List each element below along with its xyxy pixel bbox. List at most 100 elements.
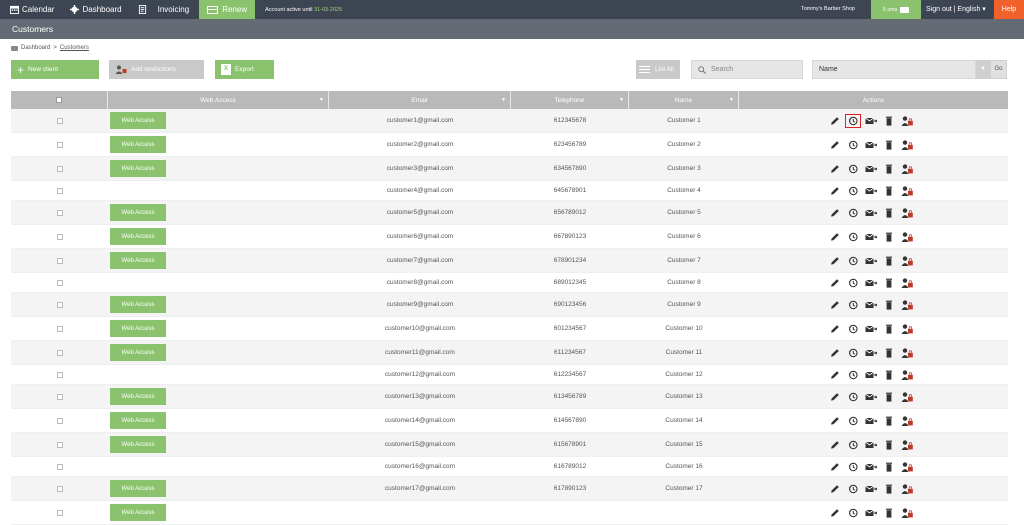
row-checkbox[interactable]	[56, 393, 63, 400]
send-email-icon[interactable]	[864, 164, 877, 174]
trash-icon[interactable]	[883, 140, 895, 150]
history-icon[interactable]	[847, 140, 859, 150]
edit-pencil-icon[interactable]	[829, 116, 841, 126]
user-restriction-icon[interactable]	[901, 483, 913, 494]
trash-icon[interactable]	[883, 440, 895, 450]
send-email-icon[interactable]	[864, 186, 877, 196]
user-restriction-icon[interactable]	[901, 299, 913, 310]
send-email-icon[interactable]	[864, 256, 877, 266]
column-header-telephone[interactable]: Telephone ▼	[511, 91, 629, 109]
search-input[interactable]: Search	[691, 60, 803, 79]
trash-icon[interactable]	[883, 462, 895, 472]
breadcrumb-current[interactable]: Customers	[60, 45, 89, 51]
edit-pencil-icon[interactable]	[829, 300, 841, 310]
edit-pencil-icon[interactable]	[829, 232, 841, 242]
chevron-down-icon[interactable]: ▼	[976, 60, 990, 79]
trash-icon[interactable]	[883, 300, 895, 310]
user-restriction-icon[interactable]	[901, 369, 913, 380]
row-checkbox[interactable]	[56, 187, 63, 194]
list-all-button[interactable]: List All	[636, 60, 680, 79]
go-button[interactable]: Go	[990, 60, 1007, 79]
history-icon[interactable]	[847, 462, 859, 472]
history-icon[interactable]	[847, 508, 859, 518]
row-checkbox[interactable]	[56, 233, 63, 240]
trash-icon[interactable]	[883, 208, 895, 218]
user-restriction-icon[interactable]	[901, 255, 913, 266]
trash-icon[interactable]	[883, 348, 895, 358]
row-checkbox[interactable]	[56, 165, 63, 172]
web-access-button[interactable]: Web Access	[110, 112, 166, 129]
send-email-icon[interactable]	[864, 416, 877, 426]
row-checkbox[interactable]	[56, 325, 63, 332]
row-checkbox[interactable]	[56, 417, 63, 424]
history-icon[interactable]	[844, 113, 861, 128]
trash-icon[interactable]	[883, 370, 895, 380]
row-checkbox[interactable]	[56, 509, 63, 516]
edit-pencil-icon[interactable]	[829, 508, 841, 518]
web-access-button[interactable]: Web Access	[110, 412, 166, 429]
user-restriction-icon[interactable]	[901, 439, 913, 450]
history-icon[interactable]	[847, 186, 859, 196]
row-checkbox[interactable]	[56, 441, 63, 448]
column-header-email[interactable]: Email ▼	[329, 91, 511, 109]
edit-pencil-icon[interactable]	[829, 324, 841, 334]
user-restriction-icon[interactable]	[901, 207, 913, 218]
row-checkbox[interactable]	[56, 141, 63, 148]
row-checkbox[interactable]	[56, 463, 63, 470]
trash-icon[interactable]	[883, 164, 895, 174]
trash-icon[interactable]	[883, 416, 895, 426]
web-access-button[interactable]: Web Access	[110, 436, 166, 453]
send-email-icon[interactable]	[864, 300, 877, 310]
history-icon[interactable]	[847, 164, 859, 174]
row-checkbox[interactable]	[56, 117, 63, 124]
add-restrictions-button[interactable]: Add restrictions	[109, 60, 204, 79]
nav-calendar[interactable]: Calendar	[0, 0, 60, 19]
edit-pencil-icon[interactable]	[829, 208, 841, 218]
web-access-button[interactable]: Web Access	[110, 344, 166, 361]
send-email-icon[interactable]	[864, 370, 877, 380]
web-access-button[interactable]: Web Access	[110, 136, 166, 153]
column-header-web-access[interactable]: Web Access ▼	[108, 91, 329, 109]
trash-icon[interactable]	[883, 324, 895, 334]
history-icon[interactable]	[847, 278, 859, 288]
edit-pencil-icon[interactable]	[829, 140, 841, 150]
send-email-icon[interactable]	[864, 208, 877, 218]
user-restriction-icon[interactable]	[901, 115, 913, 126]
trash-icon[interactable]	[883, 508, 895, 518]
send-email-icon[interactable]	[864, 232, 877, 242]
send-email-icon[interactable]	[864, 462, 877, 472]
send-email-icon[interactable]	[864, 508, 877, 518]
web-access-button[interactable]: Web Access	[110, 388, 166, 405]
history-icon[interactable]	[847, 300, 859, 310]
user-restriction-icon[interactable]	[901, 415, 913, 426]
renew-button[interactable]: Renew	[199, 0, 256, 19]
history-icon[interactable]	[847, 392, 859, 402]
nav-dashboard[interactable]: Dashboard	[60, 0, 127, 19]
send-email-icon[interactable]	[864, 392, 877, 402]
user-restriction-icon[interactable]	[901, 507, 913, 518]
history-icon[interactable]	[847, 208, 859, 218]
trash-icon[interactable]	[883, 116, 895, 126]
help-button[interactable]: Help	[994, 0, 1024, 19]
signout-language-link[interactable]: Sign out | English ▾	[926, 0, 986, 19]
row-checkbox[interactable]	[56, 301, 63, 308]
web-access-button[interactable]: Web Access	[110, 228, 166, 245]
sms-credits-button[interactable]: 5 sms	[871, 0, 921, 19]
user-restriction-icon[interactable]	[901, 163, 913, 174]
send-email-icon[interactable]	[864, 484, 877, 494]
history-icon[interactable]	[847, 256, 859, 266]
row-checkbox[interactable]	[56, 279, 63, 286]
send-email-icon[interactable]	[864, 116, 877, 126]
edit-pencil-icon[interactable]	[829, 256, 841, 266]
nav-invoicing[interactable]: Invoicing	[128, 0, 196, 19]
send-email-icon[interactable]	[864, 324, 877, 334]
edit-pencil-icon[interactable]	[829, 164, 841, 174]
edit-pencil-icon[interactable]	[829, 392, 841, 402]
web-access-button[interactable]: Web Access	[110, 204, 166, 221]
row-checkbox[interactable]	[56, 257, 63, 264]
history-icon[interactable]	[847, 370, 859, 380]
column-header-name[interactable]: Name ▼	[629, 91, 739, 109]
web-access-button[interactable]: Web Access	[110, 320, 166, 337]
trash-icon[interactable]	[883, 278, 895, 288]
send-email-icon[interactable]	[864, 278, 877, 288]
